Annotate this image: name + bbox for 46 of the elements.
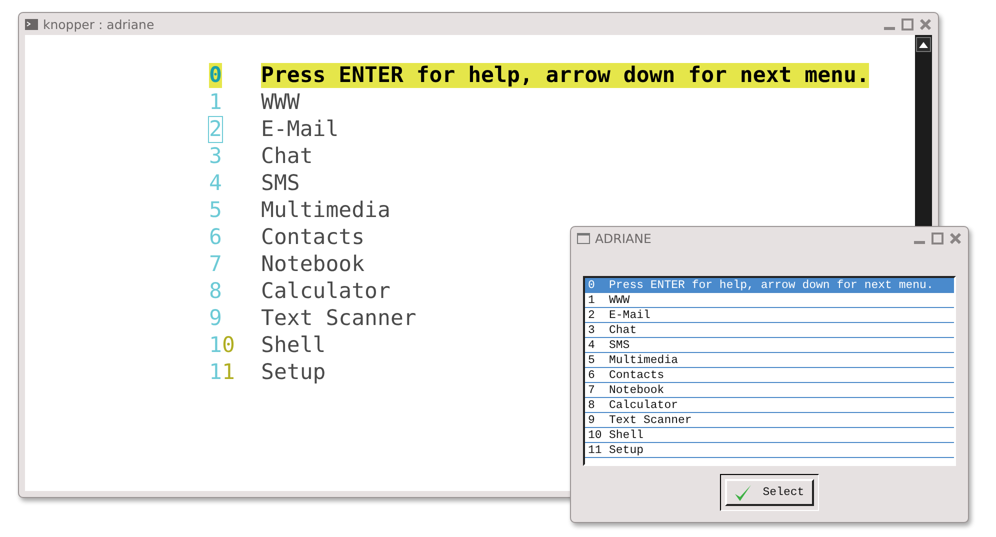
menu-number: 10 <box>209 333 235 358</box>
list-item[interactable]: 9 Text Scanner <box>585 413 954 428</box>
up-arrow-icon[interactable] <box>919 42 928 48</box>
menu-item[interactable]: Calculator <box>261 279 390 304</box>
list-item[interactable]: 1 WWW <box>585 293 954 308</box>
list-item[interactable]: 10 Shell <box>585 428 954 443</box>
menu-number: 6 <box>209 225 222 250</box>
menu-number: 2 <box>209 117 222 142</box>
menu-number: 11 <box>209 360 235 385</box>
menu-number: 0 <box>209 63 222 88</box>
list-item[interactable]: 11 Setup <box>585 443 954 458</box>
close-icon[interactable] <box>949 232 962 244</box>
list-item[interactable]: 7 Notebook <box>585 383 954 398</box>
list-item[interactable]: 3 Chat <box>585 323 954 338</box>
close-icon[interactable] <box>919 18 932 30</box>
menu-item[interactable]: Press ENTER for help, arrow down for next menu. <box>261 63 870 88</box>
menu-number: 8 <box>209 279 222 304</box>
menu-item[interactable]: Contacts <box>261 225 365 250</box>
menu-number: 1 <box>209 90 222 115</box>
maximize-icon[interactable] <box>931 232 944 244</box>
list-item[interactable]: 6 Contacts <box>585 368 954 383</box>
menu-number: 9 <box>209 306 222 331</box>
menu-item[interactable]: Multimedia <box>261 198 390 223</box>
terminal-icon <box>25 18 38 30</box>
menu-item[interactable]: Setup <box>261 360 326 385</box>
menu-item[interactable]: E-Mail <box>261 117 339 142</box>
menu-item[interactable]: WWW <box>261 90 300 115</box>
list-item[interactable]: 5 Multimedia <box>585 353 954 368</box>
menu-number: 3 <box>209 144 222 169</box>
list-item[interactable]: 0 Press ENTER for help, arrow down for next menu. <box>585 278 954 293</box>
menu-item[interactable]: Notebook <box>261 252 365 277</box>
menu-number: 5 <box>209 198 222 223</box>
select-button[interactable]: Select <box>724 479 814 506</box>
window-title: ADRIANE <box>595 230 652 246</box>
menu-item[interactable]: Chat <box>261 144 313 169</box>
menu-item[interactable]: Shell <box>261 333 326 358</box>
maximize-icon[interactable] <box>901 18 914 30</box>
list-item[interactable]: 2 E-Mail <box>585 308 954 323</box>
window-icon <box>577 232 590 244</box>
menu-item[interactable]: SMS <box>261 171 300 196</box>
list-item[interactable]: 4 SMS <box>585 338 954 353</box>
menu-item[interactable]: Text Scanner <box>261 306 416 331</box>
menu-number: 4 <box>209 171 222 196</box>
window-title: knopper : adriane <box>43 16 156 32</box>
list-item[interactable]: 8 Calculator <box>585 398 954 413</box>
menu-number: 7 <box>209 252 222 277</box>
